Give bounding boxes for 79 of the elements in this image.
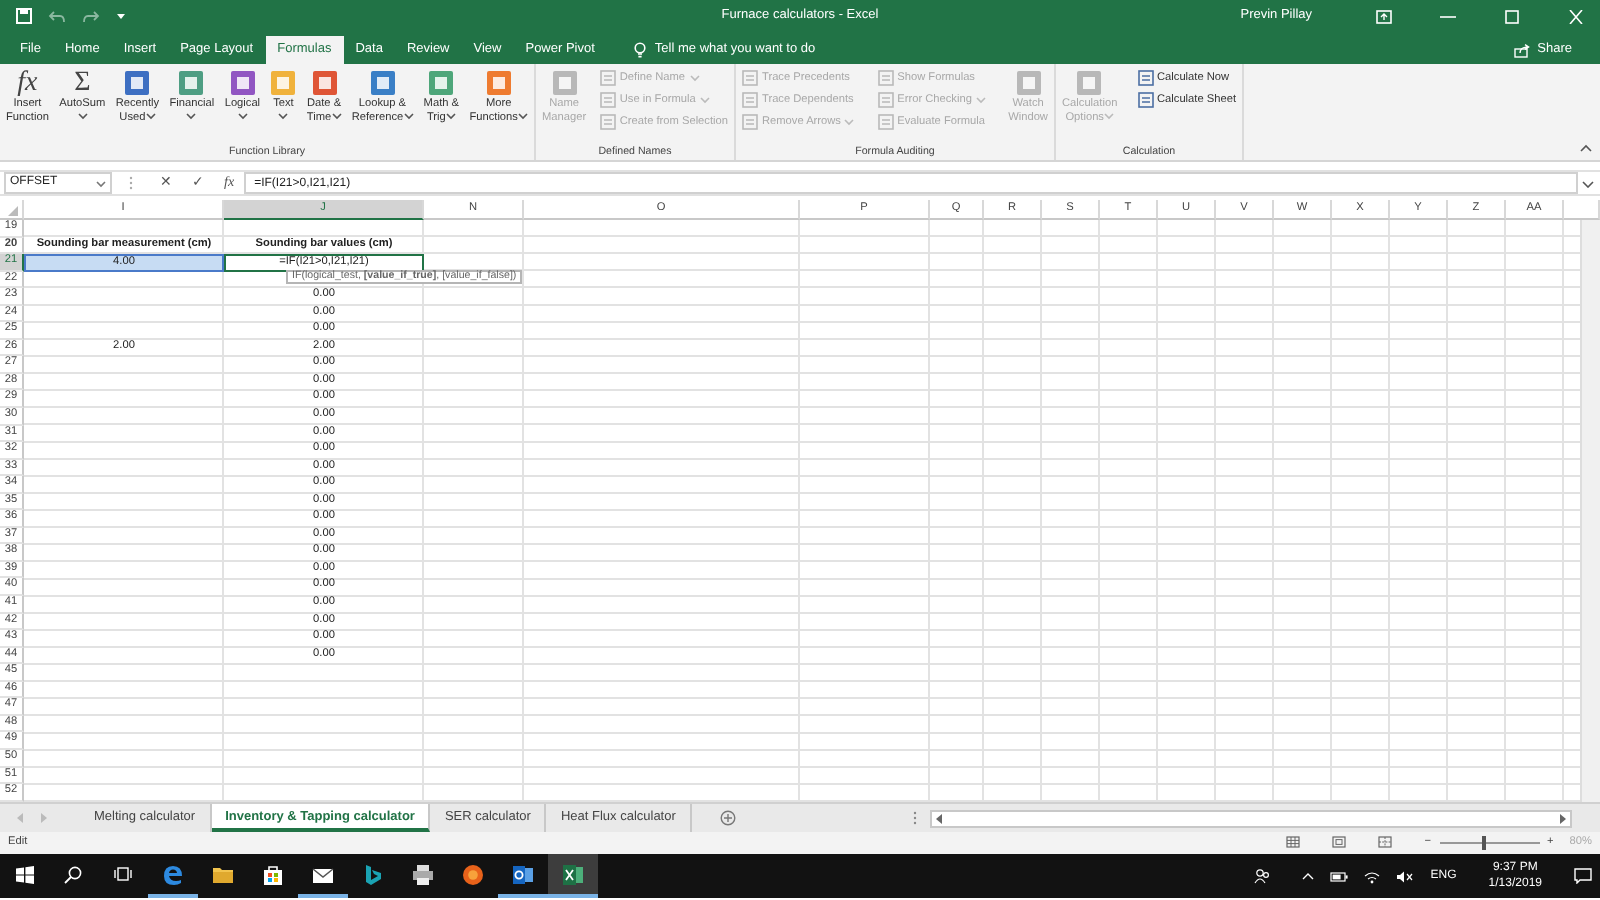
- caret-icon: [331, 112, 342, 121]
- function-tile-icon: [1076, 70, 1103, 96]
- caret-icon: [403, 112, 414, 121]
- vertical-scrollbar[interactable]: [1580, 220, 1600, 802]
- folder-icon: [212, 863, 234, 885]
- spreadsheet-app-app-button[interactable]: [548, 854, 598, 898]
- round-app-icon: [462, 863, 484, 885]
- notifications-icon[interactable]: [1574, 868, 1592, 884]
- collapse-ribbon-icon[interactable]: [1580, 144, 1592, 152]
- function-tile-icon: [551, 70, 578, 96]
- page-layout-icon[interactable]: [1332, 836, 1347, 849]
- volume-muted-icon[interactable]: [1396, 869, 1415, 883]
- caret-icon: [186, 111, 197, 119]
- ribbon-display-icon[interactable]: [1376, 9, 1392, 23]
- function-tile-icon: [124, 70, 151, 96]
- function-tile-icon: [428, 70, 455, 96]
- caret-icon: [844, 118, 855, 126]
- command-icon: [599, 114, 616, 130]
- caret-icon: [699, 96, 710, 104]
- command-icon: [877, 114, 894, 130]
- command-icon: [599, 92, 616, 108]
- command-icon: [742, 70, 758, 86]
- customize-icon[interactable]: [116, 12, 126, 20]
- function-tile-icon: [178, 70, 205, 96]
- caret-icon: [96, 179, 106, 187]
- show-hidden-icons-icon[interactable]: [1302, 872, 1315, 880]
- start-icon[interactable]: [15, 865, 33, 883]
- page-break-icon[interactable]: [1378, 836, 1393, 849]
- share-icon: [1513, 43, 1530, 57]
- scroll-right-icon[interactable]: [1560, 813, 1566, 823]
- function-glyph-icon: fx: [17, 69, 38, 97]
- add-sheet-icon[interactable]: [719, 810, 736, 826]
- spreadsheet-app-icon: [562, 863, 584, 885]
- outlook-icon: [512, 863, 534, 885]
- normal-view-icon[interactable]: [1286, 836, 1301, 849]
- close-icon[interactable]: [1568, 9, 1584, 23]
- command-icon: [1137, 70, 1153, 86]
- caret-icon: [445, 112, 456, 121]
- function-tile-icon: [369, 70, 396, 96]
- mail-icon: [312, 863, 334, 885]
- lightbulb-icon: [634, 42, 647, 58]
- maximize-icon[interactable]: [1504, 9, 1520, 23]
- command-icon: [742, 92, 758, 108]
- undo-icon[interactable]: [48, 9, 66, 23]
- battery-icon[interactable]: [1330, 871, 1349, 881]
- wifi-icon[interactable]: [1364, 869, 1381, 883]
- function-tile-icon: [270, 70, 297, 96]
- caret-icon: [689, 74, 700, 82]
- save-icon[interactable]: [16, 8, 32, 24]
- bing-icon: [362, 863, 384, 885]
- redo-icon[interactable]: [82, 9, 100, 23]
- edge-icon: [162, 863, 184, 885]
- caret-icon: [77, 111, 88, 119]
- function-tile-icon: [229, 70, 256, 96]
- function-glyph-icon: Σ: [74, 69, 91, 97]
- command-icon: [599, 70, 616, 86]
- function-tile-icon: [485, 70, 512, 96]
- function-tile-icon: [311, 70, 338, 96]
- caret-icon: [517, 112, 528, 121]
- people-icon[interactable]: [1254, 868, 1271, 884]
- caret-icon: [278, 111, 289, 119]
- command-icon: [742, 114, 758, 130]
- caret-icon: [975, 96, 986, 104]
- command-icon: [877, 70, 894, 86]
- caret-icon: [237, 111, 248, 119]
- horizontal-scrollbar[interactable]: [929, 809, 1572, 827]
- scroll-left-icon[interactable]: [935, 813, 942, 823]
- split-handle-icon[interactable]: [911, 810, 918, 826]
- caret-icon: [145, 112, 156, 121]
- expand-icon[interactable]: [1582, 179, 1594, 187]
- zoom-slider-thumb[interactable]: [1482, 835, 1487, 850]
- search-icon[interactable]: [64, 865, 82, 883]
- command-icon: [877, 92, 894, 108]
- printer-icon: [412, 863, 434, 885]
- function-tile-icon: [1015, 70, 1042, 96]
- command-icon: [1137, 92, 1153, 108]
- shopping-bag-icon: [262, 863, 284, 885]
- task-view-icon[interactable]: [114, 866, 132, 882]
- caret-icon: [1103, 112, 1114, 121]
